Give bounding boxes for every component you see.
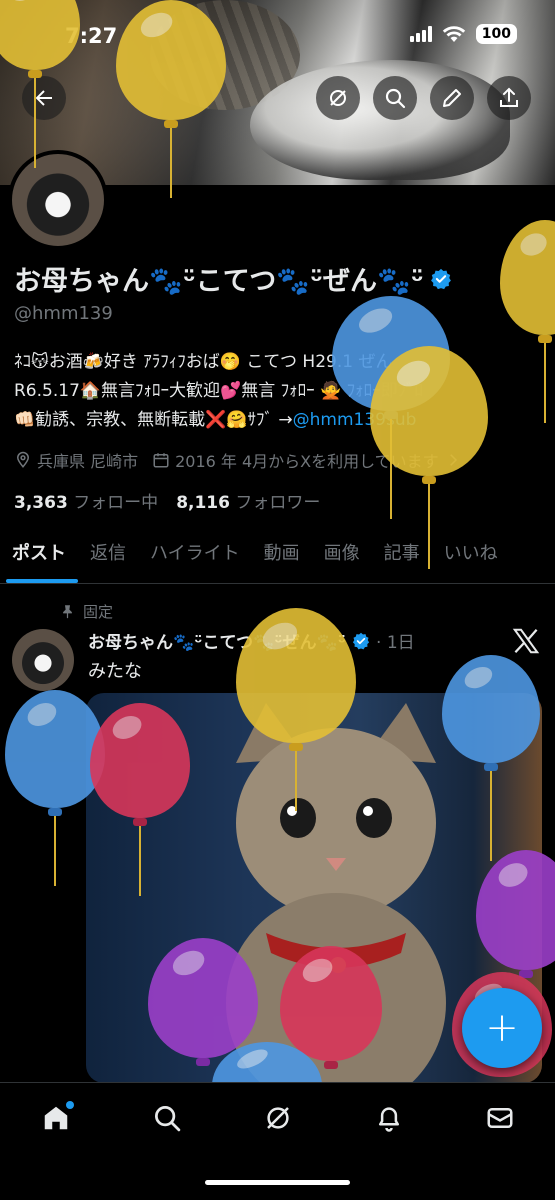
post-timestamp: · 1日 bbox=[376, 633, 415, 653]
pin-icon bbox=[63, 605, 72, 619]
balloon-yellow-1 bbox=[0, 0, 80, 168]
nav-search[interactable] bbox=[147, 1103, 187, 1143]
home-indicator bbox=[205, 1180, 350, 1185]
grok-icon bbox=[330, 90, 346, 106]
bio-line-3-text: 👊🏻勧誘、宗教、無断転載❌🤗ｻﾌﾞ → bbox=[14, 410, 293, 430]
post-author-avatar[interactable] bbox=[12, 629, 74, 691]
balloon-yellow-4 bbox=[370, 346, 488, 569]
grok-button[interactable] bbox=[316, 76, 360, 120]
status-icons: 100 bbox=[409, 24, 517, 44]
tab-photos[interactable]: 画像 bbox=[312, 531, 372, 583]
following-link[interactable]: 3,363 フォロー中 bbox=[14, 488, 158, 513]
share-button[interactable] bbox=[487, 76, 531, 120]
display-name: お母ちゃん🐾ᵕ̈こてつ🐾ᵕ̈ぜん🐾ᵕ̈ bbox=[14, 266, 424, 297]
battery-indicator: 100 bbox=[475, 24, 517, 44]
grok-icon bbox=[266, 1107, 289, 1129]
plus-icon: + bbox=[485, 1005, 519, 1051]
verified-badge-icon[interactable] bbox=[430, 268, 452, 290]
profile-handle: @hmm139 bbox=[14, 303, 113, 324]
notification-dot bbox=[65, 1101, 74, 1109]
bell-icon bbox=[378, 1107, 399, 1132]
share-icon bbox=[500, 87, 518, 107]
pinned-label: 固定 bbox=[83, 603, 114, 621]
wifi-icon bbox=[442, 26, 465, 42]
mail-icon bbox=[487, 1108, 512, 1128]
balloon-blue-2 bbox=[442, 655, 540, 861]
balloon-yellow-5 bbox=[236, 608, 356, 811]
nav-home[interactable] bbox=[36, 1101, 76, 1143]
calendar-icon bbox=[153, 453, 169, 468]
following-count: 3,363 bbox=[14, 493, 68, 513]
balloon-purple-1 bbox=[476, 850, 555, 978]
nav-messages[interactable] bbox=[480, 1103, 520, 1143]
followers-label: フォロワー bbox=[235, 493, 321, 513]
balloon-yellow-2 bbox=[116, 0, 226, 198]
following-label: フォロー中 bbox=[73, 493, 159, 513]
post-text: みたな bbox=[88, 661, 142, 682]
search-icon bbox=[154, 1106, 180, 1132]
followers-link[interactable]: 8,116 フォロワー bbox=[176, 488, 320, 513]
location-text: 兵庫県 尼崎市 bbox=[37, 452, 139, 471]
tab-posts[interactable]: ポスト bbox=[0, 531, 78, 583]
pinned-indicator: 固定 bbox=[60, 601, 113, 622]
nav-grok[interactable] bbox=[258, 1103, 298, 1143]
follow-stats: 3,363 フォロー中 8,116 フォロワー bbox=[14, 488, 320, 513]
search-button[interactable] bbox=[373, 76, 417, 120]
tab-videos[interactable]: 動画 bbox=[252, 531, 312, 583]
pencil-icon bbox=[443, 89, 461, 107]
location-pin-icon bbox=[16, 451, 30, 468]
balloon-red-1 bbox=[90, 703, 190, 896]
x-logo-icon[interactable] bbox=[511, 626, 541, 656]
signal-icon bbox=[409, 26, 432, 42]
edit-button[interactable] bbox=[430, 76, 474, 120]
tab-highlights[interactable]: ハイライト bbox=[138, 531, 252, 583]
compose-post-button[interactable]: + bbox=[462, 988, 542, 1068]
balloon-yellow-3 bbox=[500, 220, 555, 423]
status-bar: 7:27 100 bbox=[0, 0, 555, 70]
nav-notifications[interactable] bbox=[369, 1103, 409, 1143]
profile-name-row: お母ちゃん🐾ᵕ̈こてつ🐾ᵕ̈ぜん🐾ᵕ̈ bbox=[14, 259, 452, 298]
search-icon bbox=[385, 88, 406, 109]
followers-count: 8,116 bbox=[176, 493, 230, 513]
profile-location: 兵庫県 尼崎市 bbox=[14, 448, 138, 472]
tab-replies[interactable]: 返信 bbox=[78, 531, 138, 583]
